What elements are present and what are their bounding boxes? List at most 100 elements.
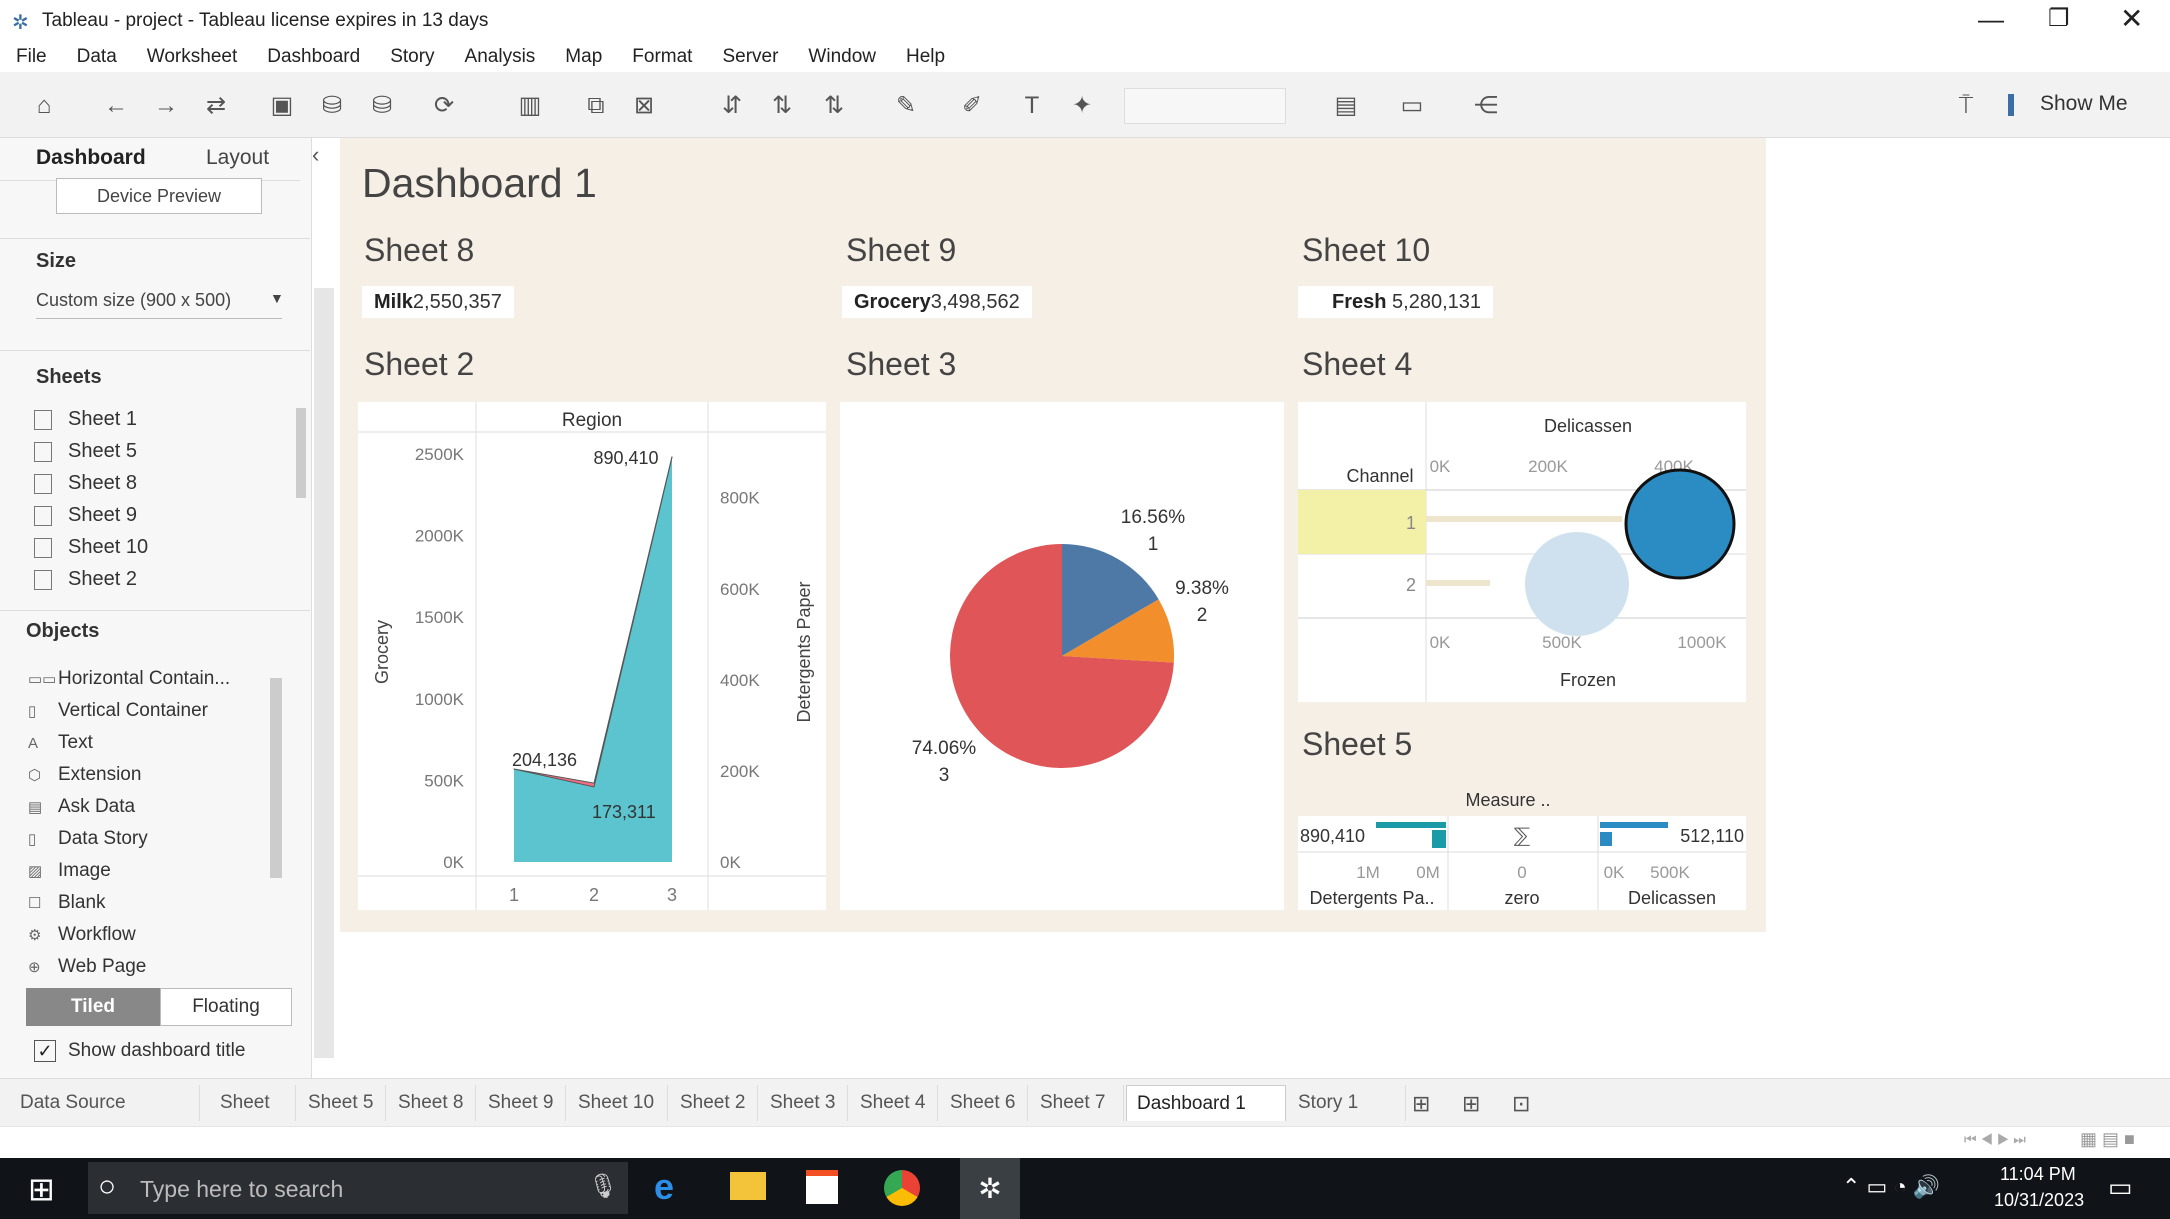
- show-cards-icon[interactable]: ▤: [1330, 90, 1362, 122]
- sort-desc-icon[interactable]: ⇅: [818, 90, 850, 122]
- menu-story[interactable]: Story: [374, 42, 448, 72]
- new-worksheet-icon[interactable]: ▥: [514, 90, 546, 122]
- tab-layout[interactable]: Layout: [206, 146, 269, 170]
- object-item[interactable]: ⚙ Workflow: [28, 924, 136, 946]
- taskbar-search-input[interactable]: Type here to search: [140, 1176, 343, 1203]
- file-explorer-icon[interactable]: [730, 1172, 766, 1200]
- object-item[interactable]: ▭▭Horizontal Contain...: [28, 668, 230, 690]
- sheet-list-item[interactable]: Sheet 9: [34, 504, 137, 527]
- chevron-down-icon[interactable]: ▼: [270, 290, 284, 306]
- object-item[interactable]: ▤ Ask Data: [28, 796, 135, 818]
- scrollbar-objects[interactable]: [270, 678, 282, 878]
- object-item[interactable]: ☐ Blank: [28, 892, 106, 914]
- floating-button[interactable]: Floating: [160, 988, 292, 1026]
- device-preview-button[interactable]: Device Preview: [56, 178, 262, 214]
- sheet-list-item[interactable]: Sheet 2: [34, 568, 137, 590]
- tab-story-1[interactable]: Story 1: [1288, 1085, 1406, 1121]
- menu-file[interactable]: File: [0, 42, 61, 72]
- tab-sheet-5[interactable]: Sheet 5: [298, 1085, 386, 1121]
- minimize-icon[interactable]: —: [1978, 4, 2004, 35]
- sheet-list-item[interactable]: Sheet 1: [34, 408, 137, 431]
- tab-sheet-7[interactable]: Sheet 7: [1030, 1085, 1124, 1121]
- menu-data[interactable]: Data: [61, 42, 131, 72]
- object-item[interactable]: ⬡ Extension: [28, 764, 141, 786]
- edge-icon[interactable]: e: [654, 1166, 674, 1208]
- restore-icon[interactable]: ❐: [2048, 4, 2070, 33]
- share-icon[interactable]: ⋲: [1470, 90, 1502, 122]
- tiled-button[interactable]: Tiled: [26, 988, 160, 1026]
- tray-icons[interactable]: ⌃ ▭ ◔ 🔊: [1842, 1174, 1940, 1200]
- sheet-list-item[interactable]: Sheet 5: [34, 440, 137, 463]
- nav-first-icon[interactable]: ⏮ ◀ ▶ ⏭: [1964, 1131, 2026, 1148]
- sort-asc-icon[interactable]: ⇅: [766, 90, 798, 122]
- refresh-icon[interactable]: ⟳: [428, 90, 460, 122]
- object-item[interactable]: ▨ Image: [28, 860, 111, 882]
- format-icon[interactable]: ⍑: [1950, 90, 1982, 122]
- object-item[interactable]: ▯ Vertical Container: [28, 700, 208, 722]
- tab-sheet-1[interactable]: Sheet 1: [210, 1085, 296, 1149]
- menu-server[interactable]: Server: [706, 42, 792, 72]
- tab-sheet-6[interactable]: Sheet 6: [940, 1085, 1028, 1121]
- tab-sheet-9[interactable]: Sheet 9: [478, 1085, 566, 1121]
- fit-dropdown[interactable]: [1124, 88, 1286, 124]
- sheet3-chart[interactable]: 16.56% 1 9.38% 2 74.06% 3: [840, 402, 1284, 910]
- tab-dashboard-1[interactable]: Dashboard 1: [1126, 1085, 1286, 1121]
- tab-sheet-10[interactable]: Sheet 10: [568, 1085, 668, 1121]
- group-icon[interactable]: ✐: [956, 90, 988, 122]
- tab-sheet-4[interactable]: Sheet 4: [850, 1085, 938, 1121]
- replay-icon[interactable]: ⇄: [200, 90, 232, 122]
- object-item[interactable]: A Text: [28, 732, 93, 754]
- size-dropdown[interactable]: Custom size (900 x 500): [36, 290, 231, 311]
- sheet-list-item[interactable]: Sheet 10: [34, 536, 148, 559]
- pause-updates-icon[interactable]: ⛁: [366, 90, 398, 122]
- show-title-checkbox[interactable]: ✓: [34, 1040, 56, 1062]
- menu-analysis[interactable]: Analysis: [449, 42, 550, 72]
- menu-format[interactable]: Format: [616, 42, 706, 72]
- object-item[interactable]: ⊕ Web Page: [28, 956, 146, 978]
- menu-worksheet[interactable]: Worksheet: [131, 42, 251, 72]
- grid-view-icon[interactable]: ▦ ▤ ■: [2080, 1129, 2135, 1150]
- new-story-icon[interactable]: ⊡: [1512, 1091, 1530, 1117]
- tab-sheet-2[interactable]: Sheet 2: [670, 1085, 758, 1121]
- menu-window[interactable]: Window: [792, 42, 890, 72]
- sheet2-chart[interactable]: Region 2500K 2000K 1500K 1000K 500K 0K 800K 600K…: [358, 402, 826, 910]
- pin-icon[interactable]: ✦: [1066, 90, 1098, 122]
- sheet-list-item[interactable]: Sheet 8: [34, 472, 137, 495]
- close-icon[interactable]: ✕: [2120, 2, 2143, 35]
- menu-dashboard[interactable]: Dashboard: [251, 42, 374, 72]
- scrollbar-sheets[interactable]: [296, 408, 306, 498]
- store-icon[interactable]: [806, 1170, 838, 1204]
- clear-sheet-icon[interactable]: ⊠: [628, 90, 660, 122]
- toolbar: ⌂ ← → ⇄ ▣ ⛁ ⛁ ⟳ ▥ ⧉ ⊠ ⇵ ⇅ ⇅ ✎ ✐ T ✦ ▤ ▭ …: [0, 72, 2170, 138]
- collapse-pane-icon[interactable]: ‹: [312, 142, 319, 168]
- show-me-button[interactable]: Show Me: [2040, 92, 2128, 116]
- duplicate-icon[interactable]: ⧉: [580, 90, 612, 122]
- new-datasource-icon[interactable]: ⛁: [316, 90, 348, 122]
- home-icon[interactable]: ⌂: [28, 90, 60, 122]
- tab-sheet-8[interactable]: Sheet 8: [388, 1085, 476, 1121]
- redo-icon[interactable]: →: [150, 90, 182, 122]
- new-sheet-icon[interactable]: ⊞: [1412, 1091, 1430, 1117]
- sheet5-chart[interactable]: Measure .. 890,410 512,110 ⅀ 1M 0M 0 0K 500K Dete…: [1298, 786, 1746, 910]
- tableau-taskbar-icon[interactable]: ✲: [960, 1158, 1020, 1219]
- pie-label: 9.38%: [1175, 578, 1229, 599]
- swap-icon[interactable]: ⇵: [716, 90, 748, 122]
- windows-start-icon[interactable]: ⊞: [28, 1170, 55, 1208]
- sheet4-chart[interactable]: Delicassen Channel 0K 200K 400K 0K 500K 1000K Fr…: [1298, 402, 1746, 702]
- menu-help[interactable]: Help: [890, 42, 959, 72]
- tab-sheet-3[interactable]: Sheet 3: [760, 1085, 848, 1121]
- microphone-icon[interactable]: 🎙: [588, 1172, 618, 1201]
- labels-icon[interactable]: T: [1016, 90, 1048, 122]
- undo-icon[interactable]: ←: [100, 90, 132, 122]
- menu-map[interactable]: Map: [549, 42, 616, 72]
- notification-icon[interactable]: ▭: [2108, 1172, 2133, 1203]
- tab-data-source[interactable]: Data Source: [10, 1085, 200, 1121]
- new-dashboard-icon[interactable]: ⊞: [1462, 1091, 1480, 1117]
- object-item[interactable]: ▯ Data Story: [28, 828, 148, 850]
- chrome-icon[interactable]: [884, 1170, 920, 1206]
- save-icon[interactable]: ▣: [266, 90, 298, 122]
- tab-dashboard[interactable]: Dashboard: [36, 146, 146, 170]
- pane-scrollbar[interactable]: [314, 288, 334, 1058]
- highlight-icon[interactable]: ✎: [890, 90, 922, 122]
- presentation-icon[interactable]: ▭: [1396, 90, 1428, 122]
